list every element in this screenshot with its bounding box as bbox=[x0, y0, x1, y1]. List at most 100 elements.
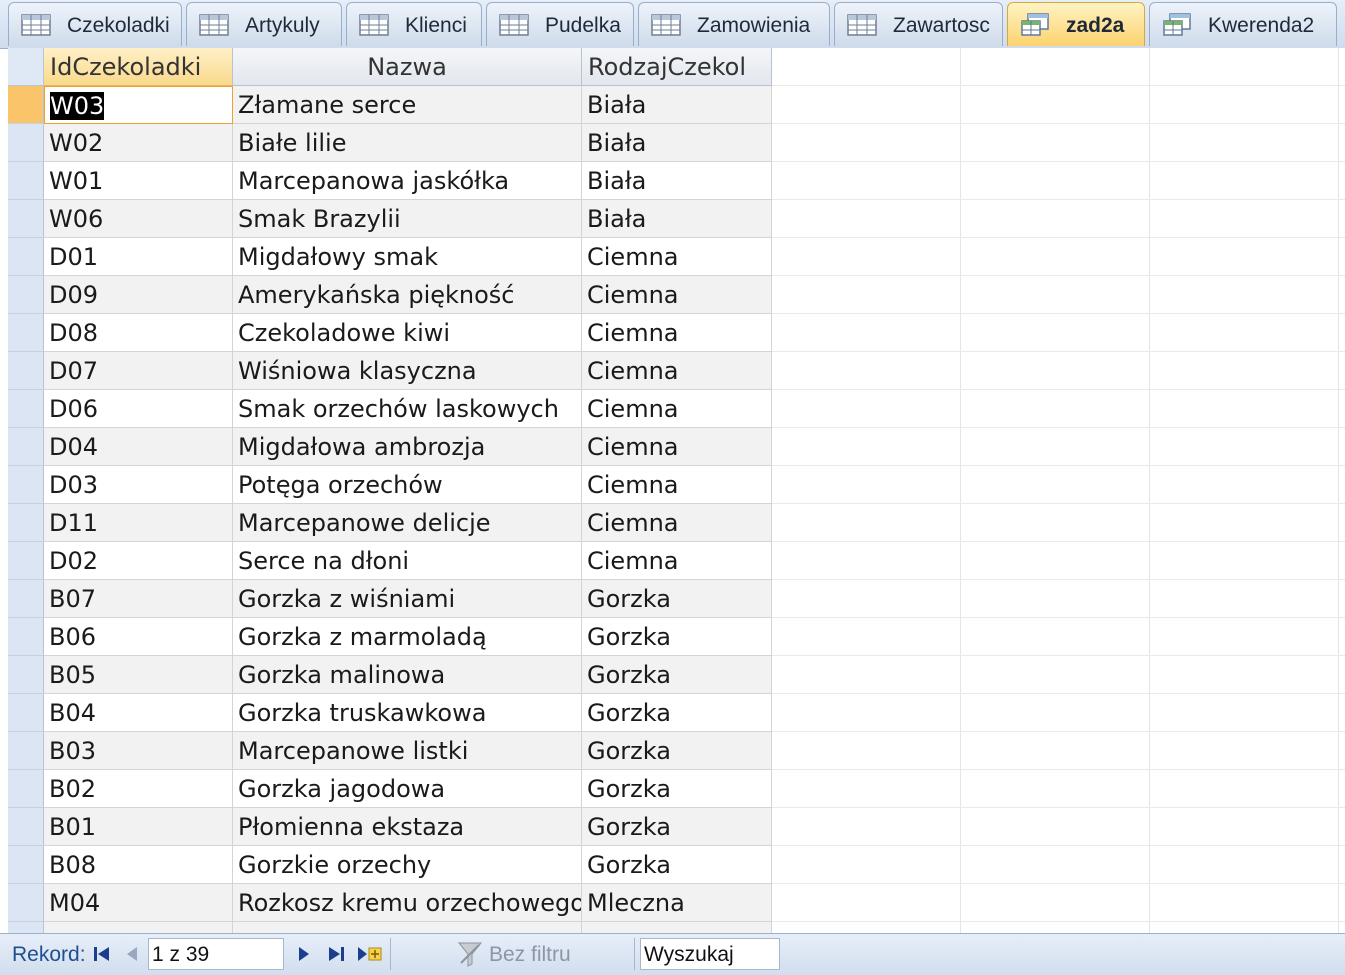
filter-toggle-button[interactable]: Bez filtru bbox=[455, 938, 625, 970]
table-row[interactable]: B01 Płomienna ekstaza Gorzka bbox=[8, 808, 772, 846]
table-cell-rodzajczekol[interactable]: Ciemna bbox=[582, 238, 772, 276]
record-selector[interactable] bbox=[8, 390, 44, 428]
tab-zamowienia[interactable]: Zamowienia bbox=[638, 2, 830, 46]
record-position-field[interactable]: 1 z 39 bbox=[148, 938, 284, 970]
table-row[interactable]: B02 Gorzka jagodowa Gorzka bbox=[8, 770, 772, 808]
table-cell-idczekoladki[interactable]: W03 bbox=[44, 86, 233, 124]
table-cell-nazwa[interactable]: Złamane serce bbox=[233, 86, 582, 124]
table-cell-nazwa[interactable]: Potęga orzechów bbox=[233, 466, 582, 504]
table-cell-rodzajczekol[interactable]: Gorzka bbox=[582, 846, 772, 884]
table-row[interactable]: D09 Amerykańska piękność Ciemna bbox=[8, 276, 772, 314]
table-row[interactable]: D03 Potęga orzechów Ciemna bbox=[8, 466, 772, 504]
table-cell[interactable] bbox=[233, 922, 582, 933]
record-selector[interactable] bbox=[8, 694, 44, 732]
table-row[interactable]: D08 Czekoladowe kiwi Ciemna bbox=[8, 314, 772, 352]
table-cell-rodzajczekol[interactable]: Gorzka bbox=[582, 656, 772, 694]
last-record-button[interactable] bbox=[324, 942, 348, 966]
table-cell-idczekoladki[interactable]: B07 bbox=[44, 580, 233, 618]
table-row[interactable]: B06 Gorzka z marmoladą Gorzka bbox=[8, 618, 772, 656]
table-row[interactable] bbox=[8, 922, 772, 933]
column-header-rodzajczekol[interactable]: RodzajCzekol bbox=[582, 48, 772, 86]
table-cell-nazwa[interactable]: Serce na dłoni bbox=[233, 542, 582, 580]
tab-zawartosc[interactable]: Zawartosc bbox=[834, 2, 1003, 46]
record-selector[interactable] bbox=[8, 162, 44, 200]
table-cell-nazwa[interactable]: Czekoladowe kiwi bbox=[233, 314, 582, 352]
table-cell-idczekoladki[interactable]: D03 bbox=[44, 466, 233, 504]
new-record-button[interactable] bbox=[355, 942, 383, 966]
table-cell-rodzajczekol[interactable]: Biała bbox=[582, 162, 772, 200]
table-cell-rodzajczekol[interactable]: Ciemna bbox=[582, 542, 772, 580]
table-row[interactable]: D11 Marcepanowe delicje Ciemna bbox=[8, 504, 772, 542]
record-selector[interactable] bbox=[8, 656, 44, 694]
previous-record-button[interactable] bbox=[120, 942, 144, 966]
table-cell-nazwa[interactable]: Płomienna ekstaza bbox=[233, 808, 582, 846]
table-row[interactable]: W06 Smak Brazylii Biała bbox=[8, 200, 772, 238]
table-cell-nazwa[interactable]: Marcepanowe listki bbox=[233, 732, 582, 770]
table-cell-idczekoladki[interactable]: W01 bbox=[44, 162, 233, 200]
record-selector[interactable] bbox=[8, 504, 44, 542]
column-header-nazwa[interactable]: Nazwa bbox=[233, 48, 582, 86]
record-selector[interactable] bbox=[8, 884, 44, 922]
next-record-button[interactable] bbox=[292, 942, 316, 966]
record-selector[interactable] bbox=[8, 770, 44, 808]
table-cell-rodzajczekol[interactable]: Gorzka bbox=[582, 808, 772, 846]
table-row[interactable]: B07 Gorzka z wiśniami Gorzka bbox=[8, 580, 772, 618]
record-selector[interactable] bbox=[8, 276, 44, 314]
table-row[interactable]: D01 Migdałowy smak Ciemna bbox=[8, 238, 772, 276]
record-selector[interactable] bbox=[8, 922, 44, 933]
table-cell-nazwa[interactable]: Gorzka z marmoladą bbox=[233, 618, 582, 656]
record-selector[interactable] bbox=[8, 580, 44, 618]
table-cell-rodzajczekol[interactable]: Ciemna bbox=[582, 352, 772, 390]
tab-klienci[interactable]: Klienci bbox=[346, 2, 482, 46]
table-cell-rodzajczekol[interactable]: Biała bbox=[582, 86, 772, 124]
table-cell-idczekoladki[interactable]: B02 bbox=[44, 770, 233, 808]
table-row[interactable]: D04 Migdałowa ambrozja Ciemna bbox=[8, 428, 772, 466]
table-cell-nazwa[interactable]: Migdałowa ambrozja bbox=[233, 428, 582, 466]
select-all-corner[interactable] bbox=[8, 48, 44, 86]
table-cell-rodzajczekol[interactable]: Ciemna bbox=[582, 466, 772, 504]
tab-pudelka[interactable]: Pudelka bbox=[486, 2, 634, 46]
table-cell-nazwa[interactable]: Amerykańska piękność bbox=[233, 276, 582, 314]
record-selector[interactable] bbox=[8, 428, 44, 466]
table-row[interactable]: D07 Wiśniowa klasyczna Ciemna bbox=[8, 352, 772, 390]
record-selector[interactable] bbox=[8, 86, 44, 124]
table-cell-idczekoladki[interactable]: B08 bbox=[44, 846, 233, 884]
tab-artykuly[interactable]: Artykuly bbox=[186, 2, 342, 46]
record-selector[interactable] bbox=[8, 808, 44, 846]
first-record-button[interactable] bbox=[90, 942, 114, 966]
table-cell-rodzajczekol[interactable]: Ciemna bbox=[582, 314, 772, 352]
table-row[interactable]: B08 Gorzkie orzechy Gorzka bbox=[8, 846, 772, 884]
table-cell-nazwa[interactable]: Białe lilie bbox=[233, 124, 582, 162]
table-cell-rodzajczekol[interactable]: Gorzka bbox=[582, 732, 772, 770]
column-header-idczekoladki[interactable]: IdCzekoladki bbox=[44, 48, 233, 86]
record-selector[interactable] bbox=[8, 466, 44, 504]
table-cell-idczekoladki[interactable]: D07 bbox=[44, 352, 233, 390]
table-cell-nazwa[interactable]: Gorzka z wiśniami bbox=[233, 580, 582, 618]
table-cell-rodzajczekol[interactable]: Biała bbox=[582, 200, 772, 238]
table-cell-rodzajczekol[interactable]: Ciemna bbox=[582, 504, 772, 542]
table-cell[interactable] bbox=[44, 922, 233, 933]
table-cell-idczekoladki[interactable]: D01 bbox=[44, 238, 233, 276]
table-cell-rodzajczekol[interactable]: Mleczna bbox=[582, 884, 772, 922]
table-cell-nazwa[interactable]: Rozkosz kremu orzechowego bbox=[233, 884, 582, 922]
record-selector[interactable] bbox=[8, 542, 44, 580]
table-cell-rodzajczekol[interactable]: Ciemna bbox=[582, 390, 772, 428]
table-cell-nazwa[interactable]: Gorzka malinowa bbox=[233, 656, 582, 694]
table-cell-idczekoladki[interactable]: B03 bbox=[44, 732, 233, 770]
table-cell-nazwa[interactable]: Smak Brazylii bbox=[233, 200, 582, 238]
table-cell-nazwa[interactable]: Gorzka truskawkowa bbox=[233, 694, 582, 732]
table-cell-rodzajczekol[interactable]: Gorzka bbox=[582, 618, 772, 656]
table-cell-idczekoladki[interactable]: D11 bbox=[44, 504, 233, 542]
table-row[interactable]: D02 Serce na dłoni Ciemna bbox=[8, 542, 772, 580]
table-cell-nazwa[interactable]: Migdałowy smak bbox=[233, 238, 582, 276]
table-cell-idczekoladki[interactable]: D08 bbox=[44, 314, 233, 352]
table-cell-rodzajczekol[interactable]: Gorzka bbox=[582, 580, 772, 618]
table-cell-nazwa[interactable]: Gorzkie orzechy bbox=[233, 846, 582, 884]
table-cell-idczekoladki[interactable]: B06 bbox=[44, 618, 233, 656]
table-cell-idczekoladki[interactable]: D06 bbox=[44, 390, 233, 428]
table-cell-nazwa[interactable]: Marcepanowa jaskółka bbox=[233, 162, 582, 200]
record-selector[interactable] bbox=[8, 238, 44, 276]
record-selector[interactable] bbox=[8, 618, 44, 656]
table-cell-rodzajczekol[interactable]: Ciemna bbox=[582, 428, 772, 466]
table-cell-nazwa[interactable]: Marcepanowe delicje bbox=[233, 504, 582, 542]
